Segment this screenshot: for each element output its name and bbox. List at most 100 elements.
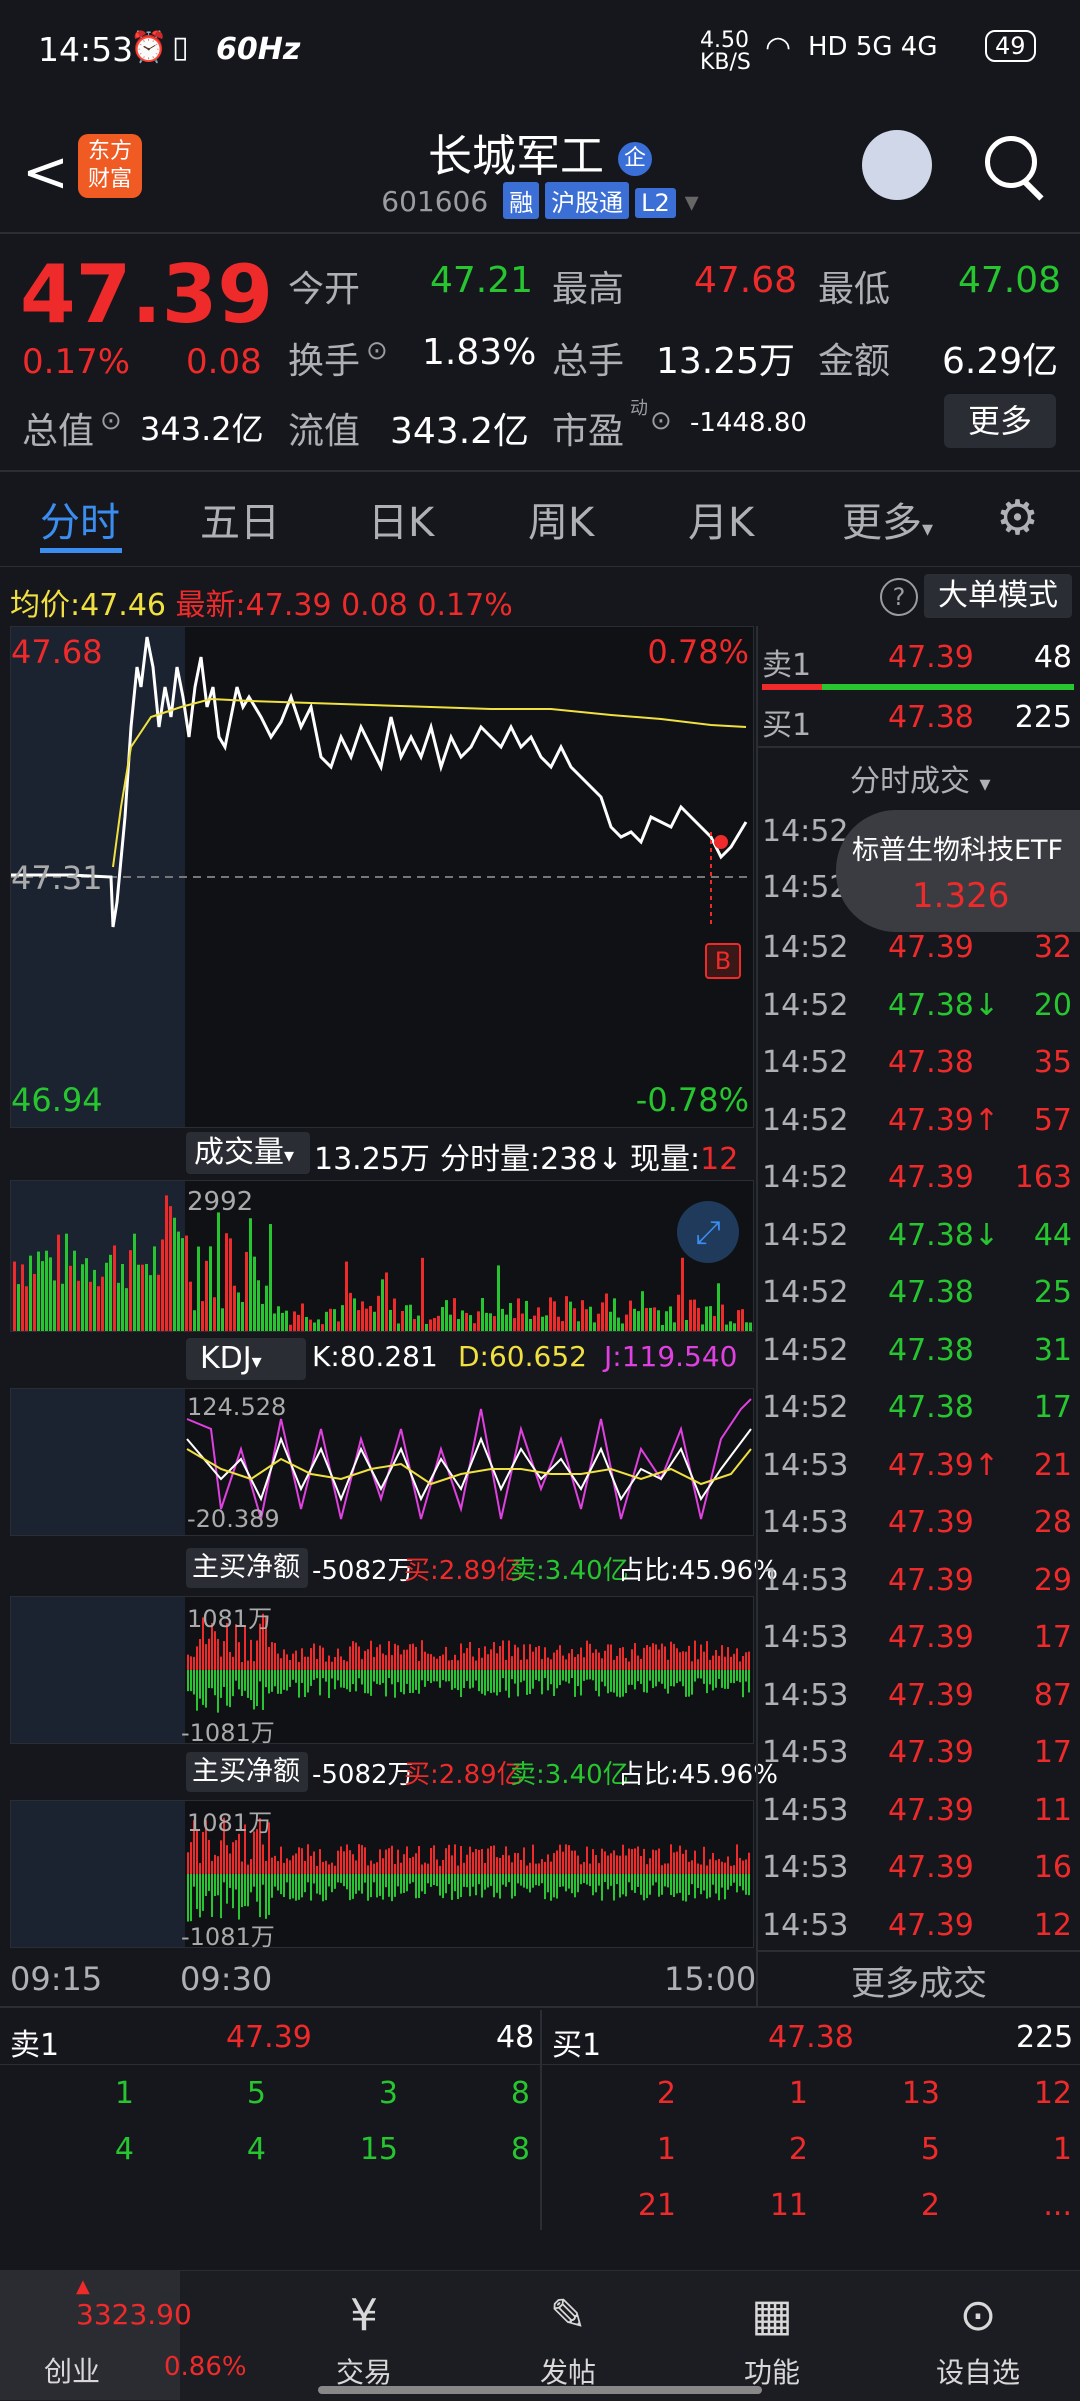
net-buy-bar — [526, 1659, 528, 1670]
net-sell-bar — [301, 1874, 303, 1898]
net-sell-bar — [418, 1670, 420, 1694]
intraday-chart[interactable]: 47.68 0.78% 47.31 46.94 -0.78% B — [10, 626, 754, 1128]
volume-bar — [561, 1321, 564, 1331]
net-buy-bar — [472, 1656, 474, 1670]
volume-bar — [453, 1298, 456, 1331]
robot-avatar-icon[interactable] — [862, 130, 932, 200]
volume-bar — [201, 1301, 204, 1331]
net-sell-bar — [469, 1670, 471, 1689]
volume-bar — [37, 1251, 40, 1331]
volume-bar — [325, 1311, 328, 1331]
tab-daily-k[interactable]: 日K — [368, 490, 434, 548]
info-icon[interactable]: ⊙ — [650, 406, 672, 436]
more-trades-button[interactable]: 更多成交 — [758, 1956, 1080, 2005]
net-sell-bar — [328, 1874, 330, 1887]
net-buy-bar — [439, 1865, 441, 1874]
net-sell-bar — [313, 1874, 315, 1884]
net-sell-bar — [202, 1874, 204, 1911]
net-buy-bar — [412, 1856, 414, 1874]
net-sell-bar — [292, 1874, 294, 1899]
net-sell-bar — [256, 1874, 258, 1902]
settings-gear-icon[interactable]: ⚙ — [996, 490, 1039, 546]
net-buy-bar — [448, 1660, 450, 1670]
net-buy-bar — [469, 1846, 471, 1874]
net-buy-bar — [553, 1652, 555, 1670]
net-buy-bar — [319, 1849, 321, 1874]
info-icon[interactable]: ⊙ — [100, 406, 122, 436]
net-sell-bar — [325, 1670, 327, 1682]
volume-selector[interactable]: 成交量▾ — [186, 1132, 310, 1174]
net-sell-bar — [577, 1670, 579, 1687]
net-buy-bar — [430, 1847, 432, 1874]
net-buy-bar — [301, 1648, 303, 1670]
battery-indicator: 49 — [985, 30, 1036, 62]
net-sell-bar — [244, 1670, 246, 1691]
net-sell-bar — [274, 1670, 276, 1687]
volume-bar — [93, 1269, 96, 1331]
divider — [0, 2064, 1080, 2065]
net-sell-bar — [187, 1874, 189, 1922]
tab-monthly-k[interactable]: 月K — [688, 490, 754, 548]
tab-five-day[interactable]: 五日 — [200, 490, 280, 548]
trade-row: 14:53 47.39↑ 21 — [758, 1442, 1080, 1498]
search-icon[interactable] — [985, 136, 1037, 188]
kdj-j: J:119.540 — [604, 1340, 738, 1373]
net-sell-bar — [358, 1874, 360, 1891]
net-buy-bar — [715, 1650, 717, 1670]
net-buy-bar — [211, 1860, 213, 1874]
net-buy-bar — [295, 1650, 297, 1670]
tab-intraday[interactable]: 分时 — [40, 490, 120, 548]
signal-text: HD 5G 4G — [808, 32, 938, 62]
net-buy-bar — [331, 1862, 333, 1874]
net-buy-bar — [586, 1640, 588, 1670]
net-buy-min: -1081万 — [181, 1923, 275, 1951]
net-sell-bar — [622, 1874, 624, 1895]
indicator-selector[interactable]: KDJ▾ — [186, 1338, 306, 1380]
volume-bar — [741, 1309, 744, 1331]
nav-add-watchlist[interactable]: ⊙ 设自选 — [918, 2290, 1038, 2391]
info-icon[interactable]: ⊙ — [366, 336, 388, 366]
volume-bar — [29, 1255, 32, 1331]
queue-cell: 11 — [769, 2188, 808, 2223]
net-sell-bar — [523, 1874, 525, 1888]
help-icon[interactable]: ? — [880, 578, 918, 616]
volume-bar — [573, 1308, 576, 1331]
tab-more[interactable]: 更多▾ — [842, 490, 933, 548]
trade-row: 14:52 47.38 25 — [758, 1269, 1080, 1325]
net-buy-selector-2[interactable]: 主买净额▾ — [186, 1752, 308, 1825]
volume-bar — [429, 1319, 432, 1331]
net-sell-bar — [724, 1874, 726, 1900]
trade-qty: 31 — [1033, 1332, 1072, 1368]
floating-etf-widget[interactable]: 标普生物科技ETF 1.326 — [836, 810, 1080, 932]
net-sell-bar — [391, 1874, 393, 1902]
price-low: 46.94 — [11, 1081, 103, 1119]
dropdown-icon[interactable]: ▾ — [685, 185, 699, 218]
nav-trade[interactable]: ¥ 交易 — [304, 2290, 424, 2391]
net-buy-bar — [508, 1855, 510, 1874]
net-sell-bar — [691, 1874, 693, 1885]
net-buy-bar — [520, 1659, 522, 1670]
trade-row: 14:53 47.39 28 — [758, 1499, 1080, 1555]
open-value: 47.21 — [430, 260, 534, 301]
net-buy-max: 1081万 — [187, 1605, 273, 1633]
big-order-mode-button[interactable]: 大单模式 — [924, 574, 1072, 618]
index-ticker[interactable]: ▲ 3323.90 创业 0.86% — [0, 2270, 247, 2400]
buy-marker-b[interactable]: B — [705, 943, 741, 979]
tab-weekly-k[interactable]: 周K — [528, 490, 594, 548]
queue-cell: 13 — [901, 2076, 940, 2111]
net-buy-selector-1[interactable]: 主买净额▾ — [186, 1548, 308, 1621]
net-sell-bar — [607, 1670, 609, 1694]
net-sell-bar — [574, 1670, 576, 1697]
net-buy-bar — [496, 1857, 498, 1874]
nav-functions[interactable]: ▦ 功能 — [712, 2290, 832, 2391]
net-sell-bar — [361, 1874, 363, 1894]
nav-post[interactable]: ✎ 发帖 — [508, 2290, 628, 2391]
trade-row: 14:53 47.39 17 — [758, 1614, 1080, 1670]
volume-bar — [41, 1261, 44, 1331]
net-buy-bar — [199, 1863, 201, 1874]
net-sell-bar — [559, 1874, 561, 1887]
net-buy-bar — [631, 1649, 633, 1670]
trades-title[interactable]: 分时成交 ▾ — [850, 756, 991, 800]
more-button[interactable]: 更多 — [944, 394, 1056, 448]
expand-icon[interactable]: ⤢ — [677, 1201, 739, 1263]
